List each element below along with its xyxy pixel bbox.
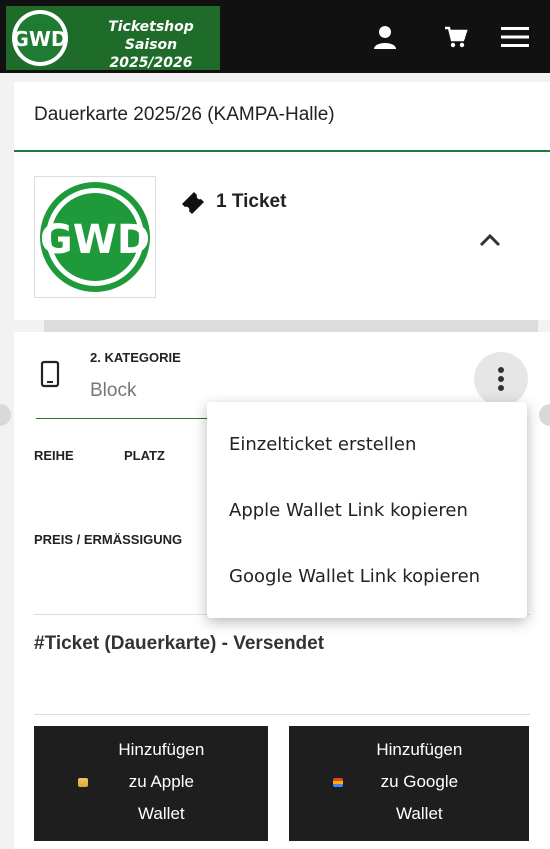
menu-item-copy-google-wallet-link[interactable]: Google Wallet Link kopieren (229, 566, 480, 587)
divider (14, 150, 550, 152)
banner-title: Ticketshop Saison 2025/2026 (82, 18, 220, 72)
google-wallet-line-3: Wallet (396, 804, 443, 823)
google-wallet-label: Hinzufügen zu Google Wallet (376, 734, 462, 830)
apple-wallet-icon (78, 778, 88, 787)
logo-text: GWD (12, 27, 67, 51)
card-notch-left (0, 404, 11, 426)
cart-icon[interactable] (440, 22, 470, 52)
more-options-button[interactable] (474, 352, 528, 406)
apple-wallet-line-2: zu Apple (128, 772, 194, 791)
ticket-icon (182, 192, 204, 214)
more-vert-icon (498, 367, 504, 391)
add-to-apple-wallet-button[interactable]: Hinzufügen zu Apple Wallet (34, 726, 268, 841)
ticket-status-title: #Ticket (Dauerkarte) - Versendet (34, 633, 325, 654)
menu-icon[interactable] (500, 22, 530, 52)
seat-label: PLATZ (124, 448, 165, 463)
mobile-device-icon (40, 360, 60, 388)
separator-strip (44, 320, 538, 332)
event-title: Dauerkarte 2025/26 (KAMPA-Halle) (34, 104, 335, 125)
price-label: PREIS / ERMÄSSIGUNG (34, 532, 183, 547)
ticket-category: 2. KATEGORIE (90, 350, 181, 365)
banner-line-2: Saison 2025/2026 (109, 37, 193, 71)
menu-item-create-single-ticket[interactable]: Einzelticket erstellen (229, 434, 416, 455)
apple-wallet-line-3: Wallet (138, 804, 185, 823)
app-header: GWD Ticketshop Saison 2025/2026 (0, 0, 550, 73)
thumbnail-logo-text: GWD (40, 217, 150, 263)
row-label: REIHE (34, 448, 74, 463)
ticket-block: Block (90, 380, 137, 401)
ticket-options-menu: Einzelticket erstellen Apple Wallet Link… (207, 402, 527, 618)
block-underline (36, 418, 232, 419)
event-card: Dauerkarte 2025/26 (KAMPA-Halle) GWD 1 T… (14, 82, 550, 320)
apple-wallet-label: Hinzufügen zu Apple Wallet (118, 734, 204, 830)
menu-item-copy-apple-wallet-link[interactable]: Apple Wallet Link kopieren (229, 500, 468, 521)
gwd-logo: GWD (12, 10, 68, 66)
banner-line-1: Ticketshop (108, 19, 194, 35)
google-wallet-line-2: zu Google (380, 772, 459, 791)
google-wallet-line-1: Hinzufügen (376, 740, 463, 759)
google-wallet-icon (333, 778, 343, 787)
shop-logo-banner[interactable]: GWD Ticketshop Saison 2025/2026 (6, 6, 220, 72)
gwd-logo: GWD (40, 182, 150, 292)
divider (34, 714, 530, 715)
event-thumbnail: GWD (34, 176, 156, 298)
apple-wallet-line-1: Hinzufügen (118, 740, 205, 759)
ticket-count: 1 Ticket (180, 190, 286, 214)
chevron-up-icon[interactable] (476, 226, 504, 254)
add-to-google-wallet-button[interactable]: Hinzufügen zu Google Wallet (289, 726, 529, 841)
user-icon[interactable] (370, 22, 400, 52)
ticket-count-label: 1 Ticket (216, 191, 287, 212)
